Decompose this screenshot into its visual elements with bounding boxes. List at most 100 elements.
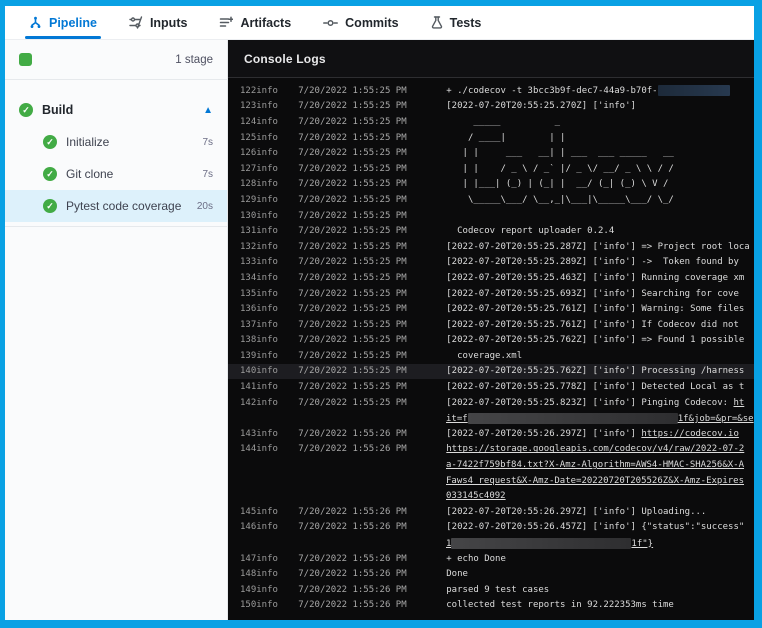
log-timestamp: 7/20/2022 1:55:25 PM [298, 382, 446, 392]
log-line[interactable]: 134info7/20/2022 1:55:25 PM[2022-07-20T2… [228, 270, 754, 286]
log-link[interactable]: https://storage.googleapis.com/codecov/v… [446, 444, 744, 454]
log-line[interactable]: 138info7/20/2022 1:55:25 PM[2022-07-20T2… [228, 333, 754, 349]
tab-artifacts[interactable]: Artifacts [219, 6, 291, 39]
log-level: info [256, 289, 298, 299]
log-level: info [256, 101, 298, 111]
log-line[interactable]: 132info7/20/2022 1:55:25 PM[2022-07-20T2… [228, 239, 754, 255]
log-timestamp: 7/20/2022 1:55:25 PM [298, 148, 446, 158]
log-line-number: 123 [228, 101, 256, 111]
log-line[interactable]: 131info7/20/2022 1:55:25 PM Codecov repo… [228, 223, 754, 239]
log-text: [2022-07-20T20:55:25.270Z] ['info'] [446, 101, 636, 111]
tab-tests[interactable]: Tests [431, 6, 482, 39]
log-line[interactable]: 133info7/20/2022 1:55:25 PM[2022-07-20T2… [228, 255, 754, 271]
log-line[interactable]: 144info7/20/2022 1:55:26 PMhttps://stora… [228, 442, 754, 458]
step-duration: 7s [202, 169, 213, 180]
console-title: Console Logs [244, 52, 326, 66]
log-line[interactable]: 148info7/20/2022 1:55:26 PMDone [228, 566, 754, 582]
log-line[interactable]: 146info7/20/2022 1:55:26 PM[2022-07-20T2… [228, 520, 754, 536]
step-duration: 20s [197, 201, 213, 212]
log-timestamp: 7/20/2022 1:55:25 PM [298, 273, 446, 283]
app-body: 1 stage ✓ Build ▲ ✓Initialize7s✓Git clon… [5, 40, 754, 620]
log-line[interactable]: 141info7/20/2022 1:55:25 PM[2022-07-20T2… [228, 379, 754, 395]
step-row-pytest-code-coverage[interactable]: ✓ Pytest code coverage 20s [5, 190, 227, 222]
step-label: Initialize [66, 135, 193, 149]
log-line[interactable]: it=f 1f&job=&pr=&se [228, 410, 754, 426]
console-log-area[interactable]: 122info7/20/2022 1:55:25 PM+ ./codecov -… [228, 78, 754, 620]
log-text: [2022-07-20T20:55:25.762Z] ['info'] Proc… [446, 366, 744, 376]
log-line[interactable]: 150info7/20/2022 1:55:26 PMcollected tes… [228, 598, 754, 614]
log-link[interactable]: it=f [446, 414, 468, 424]
log-line[interactable]: 147info7/20/2022 1:55:26 PM+ echo Done [228, 551, 754, 567]
log-line[interactable]: 130info7/20/2022 1:55:25 PM [228, 208, 754, 224]
log-line[interactable]: 123info7/20/2022 1:55:25 PM[2022-07-20T2… [228, 99, 754, 115]
log-level: info [256, 195, 298, 205]
log-line[interactable]: 143info7/20/2022 1:55:26 PM[2022-07-20T2… [228, 426, 754, 442]
log-line[interactable]: 125info7/20/2022 1:55:25 PM / ____| | | [228, 130, 754, 146]
tab-inputs[interactable]: Inputs [129, 6, 188, 39]
tab-pipeline[interactable]: Pipeline [29, 6, 97, 39]
stage-group-build[interactable]: ✓ Build ▲ [5, 94, 227, 126]
log-line[interactable]: 122info7/20/2022 1:55:25 PM+ ./codecov -… [228, 83, 754, 99]
log-text: [2022-07-20T20:55:26.297Z] ['info'] Uplo… [446, 507, 706, 517]
log-text: [2022-07-20T20:55:25.463Z] ['info'] Runn… [446, 273, 744, 283]
log-text: Codecov report uploader 0.2.4 [446, 226, 614, 236]
log-text: | | ___ __| | ___ ___ _____ __ [446, 148, 674, 158]
log-link[interactable]: 1f"} [631, 539, 653, 549]
log-line[interactable]: 145info7/20/2022 1:55:26 PM[2022-07-20T2… [228, 504, 754, 520]
log-text: [2022-07-20T20:55:25.778Z] ['info'] Dete… [446, 382, 744, 392]
log-line[interactable]: Faws4_request&X-Amz-Date=20220720T205526… [228, 473, 754, 489]
log-line-number: 137 [228, 320, 256, 330]
log-line[interactable]: a-7422f759bf84.txt?X-Amz-Algorithm=AWS4-… [228, 457, 754, 473]
log-line[interactable]: 129info7/20/2022 1:55:25 PM \_____\___/ … [228, 192, 754, 208]
log-link[interactable]: 033145c4092 [446, 491, 506, 501]
step-row-initialize[interactable]: ✓Initialize7s [5, 126, 227, 158]
log-line[interactable]: 139info7/20/2022 1:55:25 PM coverage.xml [228, 348, 754, 364]
log-timestamp: 7/20/2022 1:55:25 PM [298, 164, 446, 174]
log-line[interactable]: 137info7/20/2022 1:55:25 PM[2022-07-20T2… [228, 317, 754, 333]
log-link[interactable]: ht [733, 398, 744, 408]
log-line[interactable]: 127info7/20/2022 1:55:25 PM | | / _ \ / … [228, 161, 754, 177]
log-line[interactable]: 11f"} [228, 535, 754, 551]
log-line-number: 128 [228, 179, 256, 189]
step-duration: 7s [202, 137, 213, 148]
log-line-number: 141 [228, 382, 256, 392]
step-row-git-clone[interactable]: ✓Git clone7s [5, 158, 227, 190]
log-line[interactable]: 136info7/20/2022 1:55:25 PM[2022-07-20T2… [228, 301, 754, 317]
log-timestamp: 7/20/2022 1:55:25 PM [298, 195, 446, 205]
log-message: [2022-07-20T20:55:25.761Z] ['info'] Warn… [446, 304, 754, 314]
log-line-number: 143 [228, 429, 256, 439]
log-line[interactable]: 033145c4092 [228, 488, 754, 504]
log-line[interactable]: 135info7/20/2022 1:55:25 PM[2022-07-20T2… [228, 286, 754, 302]
log-level: info [256, 304, 298, 314]
log-line[interactable]: 126info7/20/2022 1:55:25 PM | | ___ __| … [228, 145, 754, 161]
log-timestamp: 7/20/2022 1:55:25 PM [298, 117, 446, 127]
log-message: + ./codecov -t 3bcc3b9f-dec7-44a9-b70f- [446, 85, 754, 96]
log-message: | | ___ __| | ___ ___ _____ __ [446, 148, 754, 158]
pipeline-execution-app: Pipeline Inputs Artifacts Commits Tests 1 st… [5, 6, 754, 620]
log-text: \_____\___/ \__,_|\___|\_____\___/ \_/ [446, 195, 674, 205]
log-link[interactable]: a-7422f759bf84.txt?X-Amz-Algorithm=AWS4-… [446, 460, 744, 470]
top-tab-bar: Pipeline Inputs Artifacts Commits Tests [5, 6, 754, 40]
log-line[interactable]: 142info7/20/2022 1:55:25 PM[2022-07-20T2… [228, 395, 754, 411]
log-timestamp: 7/20/2022 1:55:25 PM [298, 179, 446, 189]
log-level: info [256, 320, 298, 330]
log-link[interactable]: Faws4_request&X-Amz-Date=20220720T205526… [446, 476, 744, 486]
log-level: info [256, 86, 298, 96]
stage-summary-bar: 1 stage [5, 40, 227, 80]
log-level: info [256, 507, 298, 517]
log-message: | |___| (_) | (_| | __/ (_| (_) \ V / [446, 179, 754, 189]
log-line[interactable]: 128info7/20/2022 1:55:25 PM | |___| (_) … [228, 177, 754, 193]
log-line-number: 146 [228, 522, 256, 532]
step-label: Git clone [66, 167, 193, 181]
chevron-up-icon[interactable]: ▲ [203, 106, 213, 116]
log-line[interactable]: 124info7/20/2022 1:55:25 PM _____ _ [228, 114, 754, 130]
log-line[interactable]: 149info7/20/2022 1:55:26 PMparsed 9 test… [228, 582, 754, 598]
log-text: | | / _ \ / _` |/ _ \/ __/ _ \ \ / / [446, 164, 674, 174]
log-line[interactable]: 140info7/20/2022 1:55:25 PM[2022-07-20T2… [228, 364, 754, 380]
step-label: Pytest code coverage [66, 199, 188, 213]
log-message: | | / _ \ / _` |/ _ \/ __/ _ \ \ / / [446, 164, 754, 174]
log-link[interactable]: 1f&job=&pr=&se [678, 414, 754, 424]
check-circle-icon: ✓ [43, 199, 57, 213]
tab-commits[interactable]: Commits [323, 6, 398, 39]
log-link[interactable]: https://codecov.io [641, 429, 739, 439]
